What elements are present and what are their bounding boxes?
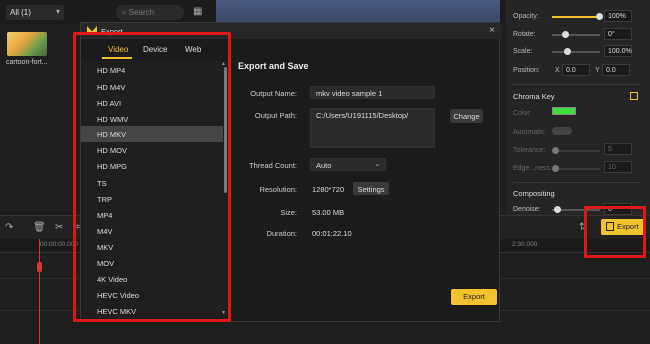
chevron-down-icon: ⌄ xyxy=(374,161,380,168)
grid-view-icon[interactable]: ▦ xyxy=(193,6,202,17)
tolerance-label: Tolerance: xyxy=(513,147,546,154)
output-name-label: Output Name: xyxy=(250,89,297,98)
change-path-button[interactable]: Change xyxy=(450,109,483,123)
duration-label: Duration: xyxy=(266,229,297,238)
delete-icon[interactable]: 🗑 xyxy=(33,222,46,233)
playhead[interactable] xyxy=(39,239,40,344)
pos-x-label: X xyxy=(555,67,560,74)
scale-slider[interactable] xyxy=(552,48,600,55)
thread-count-label: Thread Count: xyxy=(249,161,297,170)
cut-icon[interactable]: ✂ xyxy=(55,222,63,233)
edge-noise-slider[interactable] xyxy=(552,165,600,172)
search-icon: ⌕ xyxy=(122,8,129,17)
chroma-key-label: Chroma Key xyxy=(513,92,555,101)
pos-y-value[interactable]: 0.0 xyxy=(602,64,630,76)
settings-button[interactable]: Settings xyxy=(353,182,389,195)
automatic-toggle[interactable] xyxy=(552,127,572,135)
scale-label: Scale: xyxy=(513,48,533,55)
format-list-highlight xyxy=(73,32,231,322)
rotate-value[interactable]: 0° xyxy=(604,28,632,40)
close-icon[interactable]: × xyxy=(489,25,495,36)
edge-noise-label: Edge...ness: xyxy=(513,165,552,172)
thread-count-select[interactable]: Auto ⌄ xyxy=(310,158,386,171)
denoise-label: Denoise: xyxy=(513,206,541,213)
position-label: Position: xyxy=(513,67,540,74)
media-thumbnail[interactable] xyxy=(7,32,47,56)
resolution-label: Resolution: xyxy=(259,185,297,194)
compositing-label: Compositing xyxy=(513,189,555,198)
opacity-label: Opacity: xyxy=(513,13,539,20)
tolerance-slider[interactable] xyxy=(552,147,600,154)
output-path-label: Output Path: xyxy=(254,111,297,120)
automatic-label: Automatic: xyxy=(513,129,547,136)
video-preview xyxy=(216,0,500,22)
dialog-export-button[interactable]: Export xyxy=(451,289,497,305)
size-value: 53.00 MB xyxy=(312,208,345,217)
resolution-value: 1280*720 xyxy=(312,185,345,194)
opacity-value[interactable]: 100% xyxy=(604,10,632,22)
color-label: Color: xyxy=(513,110,532,117)
media-filter-select[interactable]: All (1) ▾ xyxy=(6,5,64,20)
tolerance-value[interactable]: 5 xyxy=(604,143,632,155)
scale-value[interactable]: 100.0% xyxy=(604,45,632,57)
duration-value: 00:01:22.10 xyxy=(312,229,352,238)
media-item-name: cartoon-fort... xyxy=(6,59,48,66)
rotate-slider[interactable] xyxy=(552,31,600,38)
chroma-key-checkbox[interactable] xyxy=(630,92,638,100)
opacity-slider[interactable] xyxy=(552,13,603,20)
rotate-label: Rotate: xyxy=(513,31,536,38)
thread-count-value: Auto xyxy=(316,161,332,170)
properties-panel: Opacity: 100% Rotate: 0° Scale: 100.0% P… xyxy=(506,0,650,215)
output-path-field[interactable]: C:/Users/U191115/Desktop/ xyxy=(310,108,435,148)
edge-noise-value[interactable]: 10 xyxy=(604,161,632,173)
divider xyxy=(513,182,641,183)
playhead-handle[interactable] xyxy=(37,262,42,272)
size-label: Size: xyxy=(280,208,297,217)
export-save-heading: Export and Save xyxy=(238,61,309,71)
search-placeholder: Search xyxy=(128,8,155,17)
media-filter-value: All (1) xyxy=(10,8,31,17)
ruler-end: 2:30.000 xyxy=(512,241,538,248)
pos-y-label: Y xyxy=(595,67,600,74)
chroma-color-swatch[interactable] xyxy=(552,107,576,115)
media-search-input[interactable]: ⌕ Search xyxy=(116,5,184,20)
redo-icon[interactable]: ↷ xyxy=(5,222,13,233)
export-button-highlight xyxy=(584,206,646,258)
pos-x-value[interactable]: 0.0 xyxy=(562,64,590,76)
divider xyxy=(513,84,641,85)
chevron-down-icon: ▾ xyxy=(55,7,60,16)
editor-window: All (1) ▾ ⌕ Search ▦ cartoon-fort... Opa… xyxy=(0,0,650,344)
output-name-field[interactable]: mkv video sample 1 xyxy=(310,86,435,99)
